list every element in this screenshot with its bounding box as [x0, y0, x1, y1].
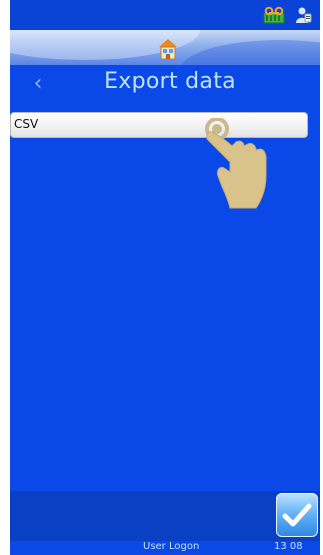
page-title: Export data [104, 69, 236, 94]
tape-cassette-icon [263, 6, 285, 24]
app-screen: ‹ Export data CSV User Logon 13 08 [10, 0, 320, 555]
confirm-button[interactable] [276, 493, 318, 537]
title-bar: ‹ Export data [10, 65, 320, 103]
user-logon-status[interactable]: User Logon [143, 541, 199, 552]
clock-time: 13 08 [274, 541, 303, 552]
status-bar [10, 0, 320, 30]
home-icon[interactable] [158, 38, 178, 60]
chevron-left-icon[interactable]: ‹ [28, 71, 48, 97]
home-bar-shade [180, 40, 320, 65]
list-item-label: CSV [14, 117, 39, 131]
person-icon[interactable] [293, 5, 313, 25]
pointing-hand-icon [205, 118, 267, 209]
checkmark-icon [282, 503, 312, 527]
status-footer: User Logon 13 08 [10, 541, 320, 555]
bottom-bar [10, 491, 320, 541]
